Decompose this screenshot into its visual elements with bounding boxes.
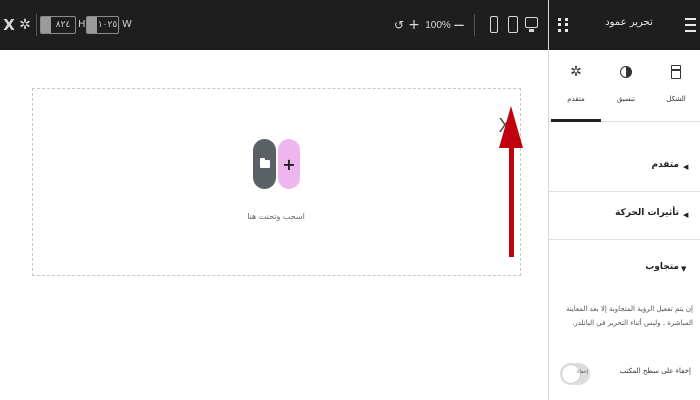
- caret-left-icon: ◀: [683, 163, 689, 171]
- editor-toolbar: X ✲ ٨٢٤ H ١٠٢٥ W ↺ + 100% −: [0, 0, 548, 50]
- tab-label: تنسيق: [616, 95, 636, 103]
- panel-tabs: الشكل تنسيق ✲ متقدم: [549, 50, 700, 122]
- add-element-button[interactable]: +: [278, 139, 300, 189]
- caret-left-icon: ◀: [683, 211, 689, 219]
- section-advanced[interactable]: متقدم ◀: [549, 144, 700, 192]
- tab-style[interactable]: تنسيق: [601, 50, 651, 122]
- height-input[interactable]: ٨٢٤: [40, 16, 76, 34]
- panel-header: تحرير عمود: [549, 0, 700, 50]
- tab-label: الشكل: [666, 95, 686, 103]
- folder-icon: [259, 158, 270, 168]
- browse-templates-button[interactable]: [253, 139, 276, 189]
- tablet-preview-icon[interactable]: [508, 16, 518, 33]
- tab-label: متقدم: [567, 95, 585, 103]
- annotation-arrow-head: [499, 106, 523, 148]
- caret-down-icon[interactable]: ▼: [681, 262, 691, 276]
- toolbar-divider: [474, 14, 475, 36]
- tab-advanced[interactable]: ✲ متقدم: [551, 50, 601, 122]
- settings-gear-icon[interactable]: ✲: [19, 17, 31, 33]
- style-icon: [620, 64, 632, 80]
- layout-icon: [670, 64, 682, 80]
- column-dropzone[interactable]: [32, 88, 521, 276]
- responsive-description: إن يتم تفعيل الرؤية المتجاوبة إلا بعد ال…: [565, 305, 693, 327]
- section-title: تأثيرات الحركة: [615, 208, 679, 218]
- settings-panel: تحرير عمود الشكل تنسيق ✲ متقدم متقدم ◀ ت…: [548, 0, 700, 400]
- section-motion-effects[interactable]: تأثيرات الحركة ◀: [549, 192, 700, 240]
- zoom-in-button[interactable]: +: [408, 16, 420, 34]
- zoom-out-button[interactable]: −: [453, 16, 466, 34]
- width-label: W: [122, 19, 132, 30]
- responsive-section-title[interactable]: متجاوب: [569, 262, 679, 276]
- menu-icon[interactable]: [685, 18, 696, 32]
- width-input[interactable]: ١٠٢٥: [86, 16, 119, 34]
- desktop-stand-icon: [529, 29, 534, 32]
- gear-icon: ✲: [570, 64, 582, 80]
- tab-layout[interactable]: الشكل: [651, 50, 700, 122]
- desktop-preview-icon[interactable]: [525, 17, 538, 28]
- undo-icon[interactable]: ↺: [393, 17, 405, 33]
- hide-desktop-toggle[interactable]: إخفاء: [560, 363, 590, 385]
- drop-hint-text: اسحب وتحنت هنا: [247, 212, 305, 221]
- close-editor-button[interactable]: X: [3, 16, 15, 34]
- width-value: ١٠٢٥: [97, 20, 118, 30]
- toggle-text: إخفاء: [577, 369, 588, 375]
- section-title: متقدم: [651, 160, 679, 170]
- annotation-arrow-shaft: [509, 145, 514, 257]
- zoom-level: 100%: [425, 19, 451, 31]
- grid-icon[interactable]: [558, 18, 568, 32]
- height-value: ٨٢٤: [55, 20, 71, 30]
- toolbar-divider: [36, 14, 37, 36]
- editor-canvas: X + اسحب وتحنت هنا: [0, 50, 548, 400]
- hide-desktop-label: إخفاء على سطح المكتب: [619, 367, 691, 375]
- panel-title: تحرير عمود: [605, 17, 653, 28]
- mobile-preview-icon[interactable]: [490, 16, 498, 33]
- height-knob: [41, 17, 51, 33]
- height-label: H: [78, 19, 86, 30]
- width-knob: [87, 17, 97, 33]
